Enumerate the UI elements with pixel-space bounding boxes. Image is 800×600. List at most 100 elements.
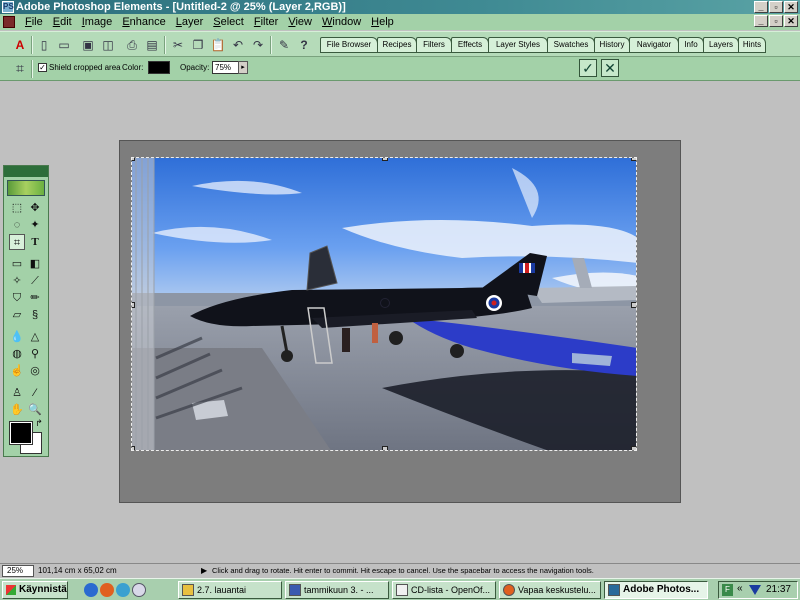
clock[interactable]: 21:37 (766, 584, 791, 595)
clone-stamp-tool-icon[interactable]: ♙ (9, 385, 25, 401)
menu-layer[interactable]: Layer (171, 14, 209, 30)
undo-icon[interactable]: ↶ (230, 37, 246, 53)
tab-filters[interactable]: Filters (416, 37, 452, 53)
tab-navigator[interactable]: Navigator (629, 37, 679, 53)
new-file-icon[interactable]: ▯ (36, 37, 52, 53)
redo-icon[interactable]: ↷ (250, 37, 266, 53)
eyedropper-tool-icon[interactable]: ⁄ (27, 385, 43, 401)
tray-app-icon[interactable]: F (722, 584, 733, 596)
marquee-tool-icon[interactable]: ⬚ (9, 200, 25, 216)
crop-handle-top-left[interactable] (132, 158, 135, 161)
save-for-web-icon[interactable]: ◫ (100, 37, 116, 53)
blur-tool-icon[interactable]: 💧 (9, 329, 25, 345)
zoom-tool-icon[interactable]: 🔍 (27, 402, 43, 418)
photo-image[interactable] (131, 157, 637, 451)
cancel-button[interactable]: ✕ (601, 59, 619, 77)
crop-center-marker[interactable] (380, 298, 390, 308)
menu-filter[interactable]: Filter (249, 14, 283, 30)
task-folder[interactable]: 2.7. lauantai (178, 581, 282, 599)
opacity-dropdown-arrow[interactable]: ▸ (238, 61, 248, 74)
tab-file-browser[interactable]: File Browser (320, 37, 378, 53)
red-eye-tool-icon[interactable]: ✧ (9, 273, 25, 289)
open-folder-icon[interactable]: ▭ (56, 37, 72, 53)
app-icon[interactable]: PS (2, 1, 14, 13)
move-tool-icon[interactable]: ✥ (27, 200, 43, 216)
eraser-tool-icon[interactable]: ▱ (9, 307, 25, 323)
crop-handle-bottom[interactable] (382, 446, 388, 450)
menu-enhance[interactable]: Enhance (117, 14, 170, 30)
tab-layer-styles[interactable]: Layer Styles (488, 37, 548, 53)
sharpen-tool-icon[interactable]: △ (27, 329, 43, 345)
tab-info[interactable]: Info (678, 37, 704, 53)
document-icon[interactable] (3, 16, 15, 28)
print-preview-icon[interactable]: ▤ (144, 37, 160, 53)
crop-handle-top[interactable] (382, 158, 388, 161)
menu-help[interactable]: Help (366, 14, 399, 30)
restore-button[interactable]: ▫ (769, 1, 783, 13)
pencil-tool-icon[interactable]: ✏ (27, 290, 43, 306)
start-button[interactable]: Käynnistä (2, 581, 68, 599)
toolbox-logo[interactable] (7, 180, 45, 196)
brush-tool-icon[interactable]: ⟋ (27, 273, 43, 289)
burn-tool-icon[interactable]: ◎ (27, 363, 43, 379)
sponge-tool-icon[interactable]: ◍ (9, 346, 25, 362)
task-photoshop-elements[interactable]: Adobe Photos... (604, 581, 708, 599)
crop-handle-bottom-left[interactable] (132, 446, 135, 450)
smudge-tool-icon[interactable]: ☝ (9, 363, 25, 379)
shape-tool-icon[interactable]: ▭ (9, 256, 25, 272)
task-word-document[interactable]: tammikuun 3. - ... (285, 581, 389, 599)
paint-bucket-tool-icon[interactable]: ⛉ (9, 290, 25, 306)
cut-icon[interactable]: ✂ (170, 37, 186, 53)
menu-file[interactable]: File (20, 14, 48, 30)
lasso-tool-icon[interactable]: ◌ (9, 217, 25, 233)
task-openoffice[interactable]: CD-lista - OpenOf... (392, 581, 496, 599)
doc-restore-button[interactable]: ▫ (769, 15, 783, 27)
tab-swatches[interactable]: Swatches (547, 37, 595, 53)
shield-color-swatch[interactable] (148, 61, 170, 74)
network-icon[interactable] (749, 585, 761, 595)
copy-icon[interactable]: ❐ (190, 37, 206, 53)
status-menu-arrow-icon[interactable]: ▶ (201, 566, 207, 575)
minimize-button[interactable]: _ (754, 1, 768, 13)
opacity-input[interactable]: 75% (212, 61, 240, 74)
magic-wand-tool-icon[interactable]: ✦ (27, 217, 43, 233)
quick-launch-icon[interactable] (116, 583, 130, 597)
menu-window[interactable]: Window (317, 14, 366, 30)
close-button[interactable]: ✕ (784, 1, 798, 13)
doc-close-button[interactable]: ✕ (784, 15, 798, 27)
crop-handle-top-right[interactable] (631, 158, 636, 161)
tab-layers[interactable]: Layers (703, 37, 739, 53)
crop-tool-icon[interactable]: ⌗ (12, 60, 28, 76)
help-icon[interactable]: ? (296, 37, 312, 53)
crop-tool-icon[interactable]: ⌗ (9, 234, 25, 250)
swap-colors-icon[interactable]: ↱ (34, 418, 44, 428)
media-player-icon[interactable] (132, 583, 146, 597)
doc-minimize-button[interactable]: _ (754, 15, 768, 27)
menu-image[interactable]: Image (77, 14, 118, 30)
dodge-tool-icon[interactable]: ⚲ (27, 346, 43, 362)
commit-button[interactable]: ✓ (579, 59, 597, 77)
zoom-field[interactable]: 25% (2, 565, 34, 577)
crop-handle-right[interactable] (631, 302, 636, 308)
tray-expand-icon[interactable]: « (737, 583, 743, 594)
tab-hints[interactable]: Hints (738, 37, 766, 53)
adobe-logo-icon[interactable]: A (12, 37, 28, 53)
task-firefox[interactable]: Vapaa keskustelu... (499, 581, 601, 599)
menu-select[interactable]: Select (208, 14, 249, 30)
hand-tool-icon[interactable]: ✋ (9, 402, 25, 418)
type-tool-icon[interactable]: T (27, 234, 43, 250)
impressionist-brush-icon[interactable]: § (27, 307, 43, 323)
shield-checkbox[interactable]: ✓ (38, 63, 47, 72)
foreground-color-swatch[interactable] (9, 421, 33, 445)
crop-handle-bottom-right[interactable] (631, 446, 636, 450)
firefox-icon[interactable] (100, 583, 114, 597)
toolbox-titlebar[interactable] (4, 166, 48, 177)
menu-edit[interactable]: Edit (48, 14, 77, 30)
menu-view[interactable]: View (283, 14, 317, 30)
tab-recipes[interactable]: Recipes (377, 37, 417, 53)
gradient-tool-icon[interactable]: ◧ (27, 256, 43, 272)
paste-icon[interactable]: 📋 (210, 37, 226, 53)
tab-effects[interactable]: Effects (451, 37, 489, 53)
crop-handle-left[interactable] (132, 302, 135, 308)
print-icon[interactable]: ⎙ (124, 37, 140, 53)
